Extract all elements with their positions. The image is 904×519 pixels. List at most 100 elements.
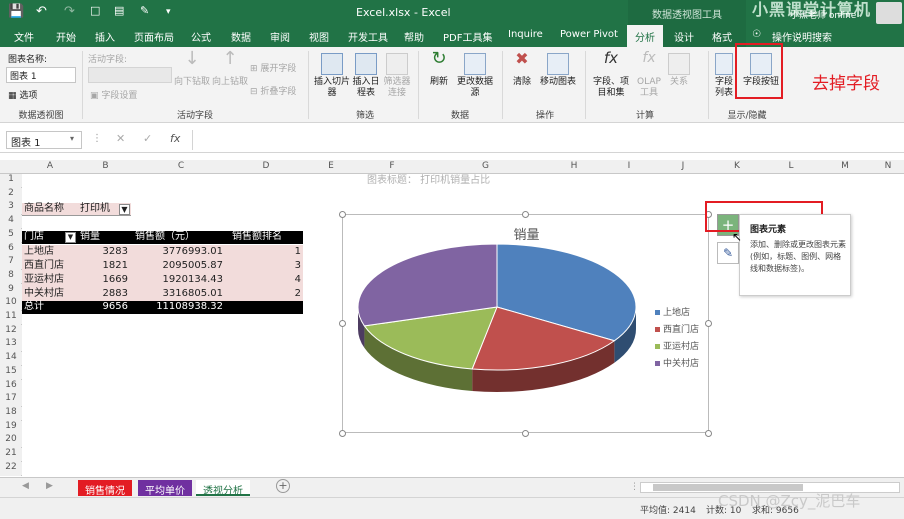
tab-inquire[interactable]: Inquire	[508, 29, 543, 40]
column-header[interactable]: C	[133, 161, 229, 171]
expand-field-button[interactable]: ⊞ 展开字段	[250, 61, 296, 74]
column-header[interactable]: E	[303, 161, 359, 171]
scroll-right-icon[interactable]: ▶	[46, 481, 53, 491]
undo-icon[interactable]: ↶	[36, 4, 47, 19]
filter-icon[interactable]: ▼	[119, 204, 130, 215]
tab-data[interactable]: 数据	[231, 29, 251, 44]
total-row[interactable]: 总计 9656 11108938.32	[22, 301, 303, 314]
tab-help[interactable]: 帮助	[404, 29, 424, 44]
new-file-icon[interactable]: □	[90, 4, 100, 17]
legend-entry[interactable]: 亚运村店	[655, 339, 710, 356]
column-header[interactable]: A	[22, 161, 78, 171]
row-header[interactable]: 21	[0, 448, 22, 461]
user-name[interactable]: 小黑老师 online	[790, 8, 856, 21]
row-header[interactable]: 2	[0, 187, 22, 201]
row-header[interactable]: 10	[0, 297, 22, 311]
customize-qat-icon[interactable]: ▾	[166, 7, 171, 17]
column-header[interactable]: F	[359, 161, 425, 171]
row-header[interactable]: 7	[0, 256, 22, 270]
row-header[interactable]: 4	[0, 215, 22, 229]
resize-handle[interactable]	[522, 430, 529, 437]
formula-input[interactable]	[192, 130, 898, 150]
legend-entry[interactable]: 上地店	[655, 305, 710, 322]
tab-formulas[interactable]: 公式	[191, 29, 211, 44]
column-header[interactable]: N	[872, 161, 904, 171]
refresh-button[interactable]: ↻ 刷新	[424, 50, 454, 88]
tab-analyze[interactable]: 分析	[627, 25, 663, 47]
move-chart-button[interactable]: 移动图表	[537, 53, 579, 88]
drill-up-button[interactable]: ↑ 向上钻取	[212, 50, 248, 88]
name-box-dropdown-icon[interactable]: ▾	[70, 134, 74, 143]
column-header[interactable]: M	[818, 161, 872, 171]
chart-legend[interactable]: 上地店 西直门店 亚运村店 中关村店	[655, 305, 710, 373]
tab-insert[interactable]: 插入	[95, 29, 115, 44]
row-header[interactable]: 13	[0, 338, 22, 352]
active-field-input[interactable]	[88, 67, 172, 83]
resize-handle[interactable]	[522, 211, 529, 218]
resize-handle[interactable]	[339, 430, 346, 437]
avatar[interactable]	[876, 2, 902, 24]
tab-home[interactable]: 开始	[56, 29, 76, 44]
tell-me-search[interactable]: 操作说明搜索	[772, 29, 832, 44]
column-header[interactable]: I	[602, 161, 656, 171]
scroll-left-icon[interactable]: ◀	[22, 481, 29, 491]
fields-items-button[interactable]: fx 字段、项目和集	[590, 51, 632, 99]
table-row[interactable]: 中关村店 2883 3316805.01 2	[22, 287, 303, 301]
insert-timeline-button[interactable]: 插入日程表	[350, 53, 382, 99]
column-header[interactable]: D	[229, 161, 303, 171]
store-filter-dropdown-icon[interactable]: ▼	[65, 232, 76, 243]
resize-handle[interactable]	[705, 430, 712, 437]
table-row[interactable]: 上地店 3283 3776993.01 1	[22, 245, 303, 259]
resize-handle[interactable]	[339, 211, 346, 218]
row-header[interactable]: 11	[0, 311, 22, 324]
format-painter-icon[interactable]: ✎	[140, 4, 149, 17]
row-header[interactable]: 12	[0, 324, 22, 338]
insert-slicer-button[interactable]: 插入切片器	[314, 53, 350, 99]
column-header[interactable]: L	[764, 161, 818, 171]
row-header[interactable]: 1	[0, 174, 22, 187]
add-sheet-icon[interactable]: +	[276, 479, 290, 493]
row-header[interactable]: 5	[0, 228, 22, 242]
column-header[interactable]: K	[710, 161, 764, 171]
enter-icon[interactable]: ✓	[143, 132, 152, 145]
tab-file[interactable]: 文件	[14, 29, 34, 44]
tab-review[interactable]: 审阅	[270, 29, 290, 44]
table-row[interactable]: 西直门店 1821 2095005.87 3	[22, 259, 303, 273]
insert-function-icon[interactable]: fx	[170, 132, 180, 145]
tab-pdf-tools[interactable]: PDF工具集	[443, 29, 492, 44]
change-source-button[interactable]: 更改数据源	[455, 53, 495, 99]
row-header[interactable]: 14	[0, 352, 22, 366]
row-header[interactable]: 22	[0, 461, 22, 475]
filter-connections-button[interactable]: 筛选器连接	[382, 53, 412, 99]
tab-view[interactable]: 视图	[309, 29, 329, 44]
filter-value[interactable]: 打印机	[80, 203, 110, 215]
column-header[interactable]: J	[656, 161, 710, 171]
tab-power-pivot[interactable]: Power Pivot	[560, 29, 618, 40]
column-header[interactable]: B	[78, 161, 133, 171]
chart-styles-brush-icon[interactable]: ✎	[717, 242, 739, 264]
row-header[interactable]: 9	[0, 283, 22, 297]
sheet-tab-pivot-analysis[interactable]: 透视分析	[196, 480, 250, 497]
olap-tools-button[interactable]: fx OLAP工具	[634, 51, 664, 99]
pivot-chart[interactable]: 销量 上地店 西直门店 亚运村店 中关村店	[342, 214, 709, 433]
sheet-tab-avg-price[interactable]: 平均单价	[138, 480, 192, 497]
column-header[interactable]: H	[546, 161, 602, 171]
relationships-button[interactable]: 关系	[666, 53, 692, 88]
tab-design[interactable]: 设计	[674, 29, 694, 44]
tab-page-layout[interactable]: 页面布局	[134, 29, 174, 44]
row-header[interactable]: 20	[0, 434, 22, 448]
field-settings-button[interactable]: ▣ 字段设置	[90, 88, 137, 101]
row-header[interactable]: 3	[0, 201, 22, 215]
drill-down-button[interactable]: ↓ 向下钻取	[172, 50, 212, 88]
resize-handle[interactable]	[705, 320, 712, 327]
clear-button[interactable]: ✖ 清除	[508, 51, 536, 88]
row-header[interactable]: 8	[0, 269, 22, 283]
redo-icon[interactable]: ↷	[64, 4, 75, 19]
tab-developer[interactable]: 开发工具	[348, 29, 388, 44]
legend-entry[interactable]: 西直门店	[655, 322, 710, 339]
column-header[interactable]: G	[425, 161, 546, 171]
row-header[interactable]: 16	[0, 379, 22, 393]
cell-grid[interactable]: 图表标题： 打印机销量占比 商品名称 打印机 ▼ 门店 ▼ 销量 销售额（元） …	[22, 174, 904, 476]
resize-handle[interactable]	[339, 320, 346, 327]
chart-name-input[interactable]: 图表 1	[6, 67, 76, 83]
